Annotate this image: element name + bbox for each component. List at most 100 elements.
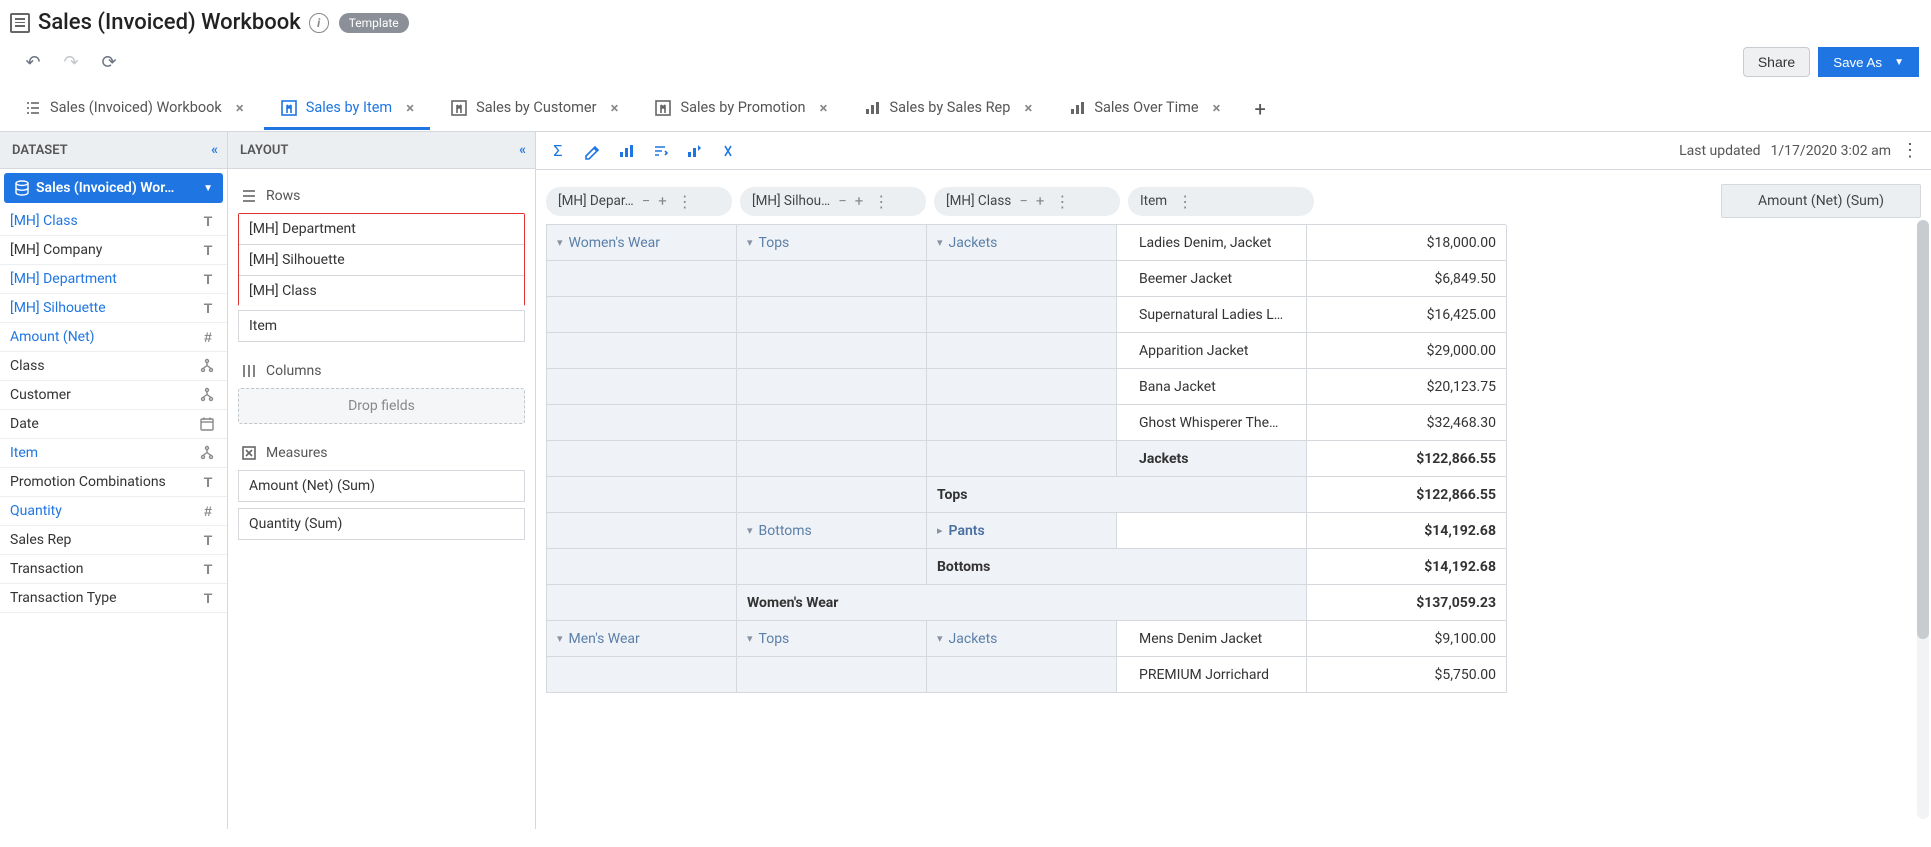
field-item[interactable]: Item — [0, 439, 227, 468]
col-header-class[interactable]: [MH] Class − + ⋮ — [934, 187, 1120, 216]
collapse-left-icon[interactable]: « — [519, 142, 523, 158]
collapse-all-icon[interactable]: − — [1019, 192, 1028, 210]
item-cell[interactable]: Mens Denim Jacket — [1117, 621, 1307, 657]
measures-dropzone[interactable]: Amount (Net) (Sum) Quantity (Sum) — [238, 470, 525, 540]
rows-dropzone-highlighted[interactable]: [MH] Department[MH] Silhouette[MH] Class — [238, 213, 525, 306]
field-sales-rep[interactable]: Sales RepT — [0, 526, 227, 555]
tab-sales-by-customer[interactable]: Sales by Customer× — [434, 89, 634, 130]
row-field-pill[interactable]: [MH] Silhouette — [239, 244, 524, 276]
chevron-down-icon[interactable]: ▾ — [747, 632, 753, 645]
group-department[interactable]: ▾Men's Wear — [547, 621, 737, 657]
scrollbar-thumb[interactable] — [1917, 220, 1929, 639]
columns-dropzone[interactable]: Drop fields — [238, 388, 525, 424]
item-cell[interactable]: Apparition Jacket — [1117, 333, 1307, 369]
close-tab-icon[interactable]: × — [236, 99, 244, 117]
sort-icon[interactable] — [650, 141, 670, 161]
field-customer[interactable]: Customer — [0, 381, 227, 410]
chevron-down-icon[interactable]: ▾ — [747, 524, 753, 537]
save-as-button[interactable]: Save As ▼ — [1818, 47, 1919, 77]
tab-sales-by-promotion[interactable]: Sales by Promotion× — [638, 89, 843, 130]
field-name: [MH] Company — [10, 242, 102, 258]
measure-pill[interactable]: Amount (Net) (Sum) — [238, 470, 525, 502]
column-menu-icon[interactable]: ⋮ — [1054, 192, 1070, 211]
collapse-left-icon[interactable]: « — [211, 142, 215, 158]
measure-pill[interactable]: Quantity (Sum) — [238, 508, 525, 540]
expand-all-icon[interactable]: + — [855, 192, 864, 210]
chart-toggle-icon[interactable] — [616, 141, 636, 161]
refresh-icon[interactable]: ⟳ — [98, 51, 120, 73]
group-silhouette[interactable]: ▾Tops — [737, 225, 927, 261]
amount-cell: $29,000.00 — [1307, 333, 1507, 369]
column-menu-icon[interactable]: ⋮ — [1177, 192, 1193, 211]
collapse-columns-icon[interactable] — [718, 141, 738, 161]
col-header-amount[interactable]: Amount (Net) (Sum) — [1721, 184, 1921, 218]
close-tab-icon[interactable]: × — [1213, 99, 1221, 117]
group-class[interactable]: ▾Jackets — [927, 621, 1117, 657]
tab-sales-by-item[interactable]: Sales by Item× — [264, 89, 430, 130]
field--mh-company[interactable]: [MH] CompanyT — [0, 236, 227, 265]
field-transaction[interactable]: TransactionT — [0, 555, 227, 584]
column-menu-icon[interactable]: ⋮ — [873, 192, 889, 211]
chevron-down-icon[interactable]: ▾ — [937, 632, 943, 645]
chevron-down-icon[interactable]: ▾ — [747, 236, 753, 249]
dataset-selector[interactable]: Sales (Invoiced) Wor… ▼ — [4, 173, 223, 203]
field-name: Promotion Combinations — [10, 474, 166, 490]
chevron-down-icon[interactable]: ▾ — [557, 236, 563, 249]
info-icon[interactable]: i — [309, 13, 329, 33]
item-cell[interactable]: PREMIUM Jorrichard — [1117, 657, 1307, 693]
col-header-silhouette[interactable]: [MH] Silhou… − + ⋮ — [740, 187, 926, 216]
row-field-item[interactable]: Item — [238, 310, 525, 342]
field-date[interactable]: Date — [0, 410, 227, 439]
item-cell[interactable]: Ghost Whisperer The… — [1117, 405, 1307, 441]
group-silhouette[interactable]: ▾Tops — [737, 621, 927, 657]
share-button[interactable]: Share — [1743, 47, 1810, 77]
item-cell[interactable]: Supernatural Ladies L… — [1117, 297, 1307, 333]
field-amount-net-[interactable]: Amount (Net)# — [0, 323, 227, 352]
vertical-scrollbar[interactable] — [1917, 220, 1929, 819]
close-tab-icon[interactable]: × — [406, 99, 414, 117]
field-class[interactable]: Class — [0, 352, 227, 381]
add-tab-button[interactable]: + — [1241, 87, 1280, 131]
expand-all-icon[interactable]: + — [1036, 192, 1045, 210]
close-tab-icon[interactable]: × — [611, 99, 619, 117]
close-tab-icon[interactable]: × — [1024, 99, 1032, 117]
field-promotion-combinations[interactable]: Promotion CombinationsT — [0, 468, 227, 497]
tab-sales-by-sales-rep[interactable]: Sales by Sales Rep× — [847, 89, 1048, 130]
column-menu-icon[interactable]: ⋮ — [677, 192, 693, 211]
format-icon[interactable] — [582, 141, 602, 161]
more-menu-icon[interactable]: ⋮ — [1901, 140, 1919, 161]
collapse-all-icon[interactable]: − — [642, 192, 651, 210]
group-silhouette[interactable]: ▾Bottoms — [737, 513, 927, 549]
close-tab-icon[interactable]: × — [820, 99, 828, 117]
item-cell[interactable]: Beemer Jacket — [1117, 261, 1307, 297]
row-field-pill[interactable]: [MH] Class — [239, 275, 524, 306]
sigma-icon[interactable]: Σ — [548, 141, 568, 161]
group-class-collapsed[interactable]: ▸Pants — [927, 513, 1117, 549]
span-cell — [737, 297, 927, 333]
field-transaction-type[interactable]: Transaction TypeT — [0, 584, 227, 613]
col-header-item[interactable]: Item ⋮ — [1128, 187, 1314, 216]
span-cell — [927, 261, 1117, 297]
tab-sales-invoiced-workbook[interactable]: Sales (Invoiced) Workbook× — [8, 89, 260, 130]
item-cell[interactable]: Ladies Denim, Jacket — [1117, 225, 1307, 261]
chevron-down-icon[interactable]: ▾ — [557, 632, 563, 645]
col-header-department[interactable]: [MH] Depar… − + ⋮ — [546, 187, 732, 216]
field--mh-silhouette[interactable]: [MH] SilhouetteT — [0, 294, 227, 323]
group-class[interactable]: ▾Jackets — [927, 225, 1117, 261]
collapse-all-icon[interactable]: − — [838, 192, 847, 210]
chevron-right-icon[interactable]: ▸ — [937, 524, 943, 537]
expand-all-icon[interactable]: + — [658, 192, 667, 210]
field--mh-department[interactable]: [MH] DepartmentT — [0, 265, 227, 294]
field--mh-class[interactable]: [MH] ClassT — [0, 207, 227, 236]
item-cell[interactable]: Bana Jacket — [1117, 369, 1307, 405]
expand-chart-icon[interactable] — [684, 141, 704, 161]
field-quantity[interactable]: Quantity# — [0, 497, 227, 526]
tab-sales-over-time[interactable]: Sales Over Time× — [1052, 89, 1236, 130]
span-cell — [927, 405, 1117, 441]
redo-icon[interactable]: ↷ — [60, 51, 82, 73]
subtotal-amount: $122,866.55 — [1307, 477, 1507, 513]
chevron-down-icon[interactable]: ▾ — [937, 236, 943, 249]
undo-icon[interactable]: ↶ — [22, 51, 44, 73]
group-department[interactable]: ▾Women's Wear — [547, 225, 737, 261]
row-field-pill[interactable]: [MH] Department — [239, 214, 524, 245]
